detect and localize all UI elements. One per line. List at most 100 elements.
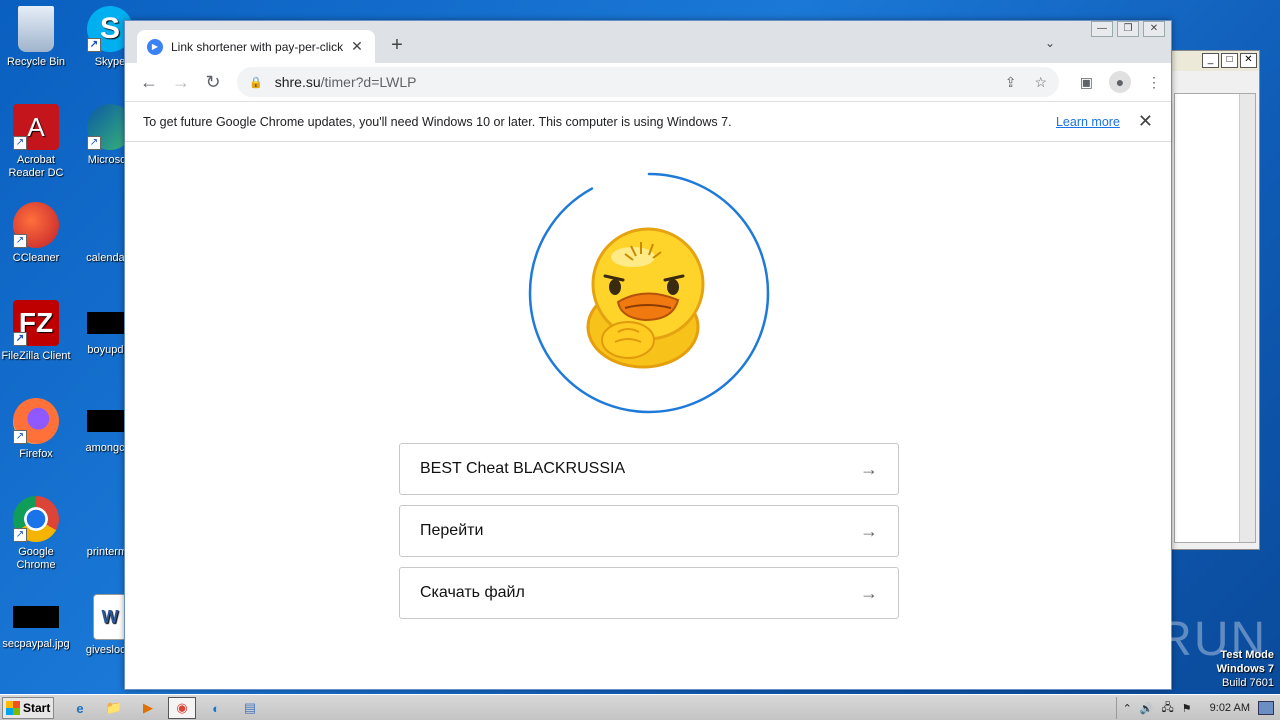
link-button-list: BEST Cheat BLACKRUSSIA → Перейти → Скача… bbox=[399, 443, 899, 629]
ccleaner-icon: ↗ bbox=[13, 202, 59, 248]
infobar-close-button[interactable]: ✕ bbox=[1138, 111, 1153, 132]
start-label: Start bbox=[23, 701, 51, 715]
desktop-icon-label: Recycle Bin bbox=[6, 56, 66, 68]
lock-icon[interactable]: 🔒 bbox=[249, 76, 263, 89]
edge-taskbar-icon[interactable]: ◐ bbox=[202, 697, 230, 719]
forward-button[interactable]: → bbox=[165, 72, 197, 93]
desktop-icon-secpaypal[interactable]: secpaypal.jpg bbox=[0, 594, 72, 651]
desktop-icon-label: secpaypal.jpg bbox=[2, 638, 70, 650]
taskbar-pinned: e 📁 ▶ ◉ ◐ ▤ bbox=[66, 697, 264, 719]
browser-toolbar: ← → ↻ 🔒 shre.su/timer?d=LWLP ⇪ ☆ ▣ ● ⋮ bbox=[125, 63, 1171, 101]
profile-avatar-icon[interactable]: ● bbox=[1109, 71, 1131, 93]
link-button-best-cheat[interactable]: BEST Cheat BLACKRUSSIA → bbox=[399, 443, 899, 495]
window-controls: — ❐ ✕ bbox=[1091, 21, 1165, 37]
close-button[interactable]: ✕ bbox=[1240, 53, 1257, 68]
link-button-label: Перейти bbox=[420, 522, 484, 539]
tab-search-chevron-icon[interactable]: ⌄ bbox=[1045, 36, 1055, 50]
desktop-icon-filezilla[interactable]: FZ ↗ FileZilla Client bbox=[0, 300, 72, 363]
chrome-window: ▶ Link shortener with pay-per-click ✕ + … bbox=[124, 20, 1172, 690]
filezilla-icon: FZ ↗ bbox=[13, 300, 59, 346]
favicon-icon: ▶ bbox=[147, 38, 163, 55]
link-button-download-file[interactable]: Скачать файл → bbox=[399, 567, 899, 619]
desktop-icon-label: CCleaner bbox=[12, 252, 60, 264]
shortcut-arrow-icon: ↗ bbox=[13, 136, 27, 150]
internet-explorer-icon[interactable]: e bbox=[66, 697, 94, 719]
file-explorer-icon[interactable]: 📁 bbox=[100, 697, 128, 719]
back-button[interactable]: ← bbox=[133, 72, 165, 93]
tab-close-button[interactable]: ✕ bbox=[349, 38, 365, 55]
address-bar[interactable]: 🔒 shre.su/timer?d=LWLP ⇪ ☆ bbox=[237, 67, 1059, 97]
test-mode-line3: Build 7601 bbox=[1222, 677, 1274, 689]
desktop-icon-firefox[interactable]: ↗ Firefox bbox=[0, 398, 72, 461]
infobar-message: To get future Google Chrome updates, you… bbox=[143, 114, 732, 129]
bookmark-star-icon[interactable]: ☆ bbox=[1034, 74, 1047, 91]
page-content: BEST Cheat BLACKRUSSIA → Перейти → Скача… bbox=[125, 142, 1171, 689]
system-tray: ⌃ 🔊 🖧 ⚑ 9:02 AM bbox=[1115, 697, 1280, 719]
chrome-taskbar-icon[interactable]: ◉ bbox=[168, 697, 196, 719]
start-button[interactable]: Start bbox=[2, 697, 54, 719]
acrobat-icon: A ↗ bbox=[13, 104, 59, 150]
desktop-icon-label: FileZilla Client bbox=[1, 350, 71, 362]
desktop-icon-recycle-bin[interactable]: Recycle Bin bbox=[0, 6, 72, 69]
desktop-icon-label: Firefox bbox=[19, 448, 53, 460]
background-window[interactable]: _ □ ✕ bbox=[1165, 50, 1260, 550]
desktop-icon-ccleaner[interactable]: ↗ CCleaner bbox=[0, 202, 72, 265]
clock[interactable]: 9:02 AM bbox=[1210, 702, 1250, 714]
duck-sticker-image bbox=[586, 227, 705, 369]
maximize-button[interactable]: □ bbox=[1221, 53, 1238, 68]
url-host: shre.su bbox=[274, 74, 321, 90]
notepad-icon[interactable]: ▤ bbox=[236, 697, 264, 719]
update-infobar: To get future Google Chrome updates, you… bbox=[125, 101, 1171, 142]
firefox-icon: ↗ bbox=[13, 398, 59, 444]
close-window-button[interactable]: ✕ bbox=[1143, 21, 1165, 37]
url-path: /timer?d=LWLP bbox=[320, 74, 417, 90]
word-icon: W bbox=[93, 594, 127, 640]
link-button-go[interactable]: Перейти → bbox=[399, 505, 899, 557]
image-icon bbox=[13, 606, 59, 628]
minimize-button[interactable]: _ bbox=[1202, 53, 1219, 68]
volume-icon[interactable]: 🔊 bbox=[1140, 702, 1154, 715]
test-mode-notice: Test Mode Windows 7 Build 7601 bbox=[1217, 648, 1274, 690]
reload-button[interactable]: ↻ bbox=[197, 72, 229, 93]
side-panel-icon[interactable]: ▣ bbox=[1080, 74, 1093, 91]
test-mode-line2: Windows 7 bbox=[1216, 663, 1274, 675]
test-mode-line1: Test Mode bbox=[1220, 649, 1274, 661]
new-tab-button[interactable]: + bbox=[387, 35, 407, 55]
taskbar: Start e 📁 ▶ ◉ ◐ ▤ ⌃ 🔊 🖧 ⚑ 9:02 AM bbox=[0, 694, 1280, 720]
toolbar-right: ▣ ● ⋮ bbox=[1080, 71, 1161, 93]
arrow-right-icon: → bbox=[860, 520, 878, 541]
desktop-icon-acrobat[interactable]: A ↗ Acrobat Reader DC bbox=[0, 104, 72, 180]
media-player-icon[interactable]: ▶ bbox=[134, 697, 162, 719]
background-window-titlebar[interactable]: _ □ ✕ bbox=[1166, 51, 1259, 71]
action-center-flag-icon[interactable]: ⚑ bbox=[1182, 702, 1192, 715]
recycle-bin-icon bbox=[18, 6, 54, 52]
shortcut-arrow-icon: ↗ bbox=[87, 136, 101, 150]
browser-tab[interactable]: ▶ Link shortener with pay-per-click ✕ bbox=[137, 30, 375, 63]
desktop-icon-label: Acrobat Reader DC bbox=[8, 154, 64, 179]
menu-kebab-icon[interactable]: ⋮ bbox=[1147, 74, 1161, 91]
shortcut-arrow-icon: ↗ bbox=[13, 528, 27, 542]
shortcut-arrow-icon: ↗ bbox=[13, 430, 27, 444]
share-icon[interactable]: ⇪ bbox=[1005, 74, 1017, 91]
link-button-label: BEST Cheat BLACKRUSSIA bbox=[420, 460, 626, 477]
tab-title: Link shortener with pay-per-click bbox=[171, 39, 344, 54]
arrow-right-icon: → bbox=[860, 458, 878, 479]
link-button-label: Скачать файл bbox=[420, 584, 525, 601]
tray-expand-icon[interactable]: ⌃ bbox=[1123, 702, 1132, 715]
url-text[interactable]: shre.su/timer?d=LWLP bbox=[275, 74, 987, 90]
windows-logo-icon bbox=[6, 701, 20, 715]
shortcut-arrow-icon: ↗ bbox=[87, 38, 101, 52]
shortcut-arrow-icon: ↗ bbox=[13, 234, 27, 248]
vertical-scrollbar[interactable] bbox=[1239, 94, 1255, 542]
restore-button[interactable]: ❐ bbox=[1117, 21, 1139, 37]
show-desktop-icon[interactable] bbox=[1258, 701, 1274, 715]
minimize-button[interactable]: — bbox=[1091, 21, 1113, 37]
desktop-icon-label: Skype bbox=[94, 56, 126, 68]
background-window-client bbox=[1174, 93, 1256, 543]
network-icon[interactable]: 🖧 bbox=[1162, 699, 1174, 718]
tab-strip: ▶ Link shortener with pay-per-click ✕ + … bbox=[125, 21, 1171, 63]
learn-more-link[interactable]: Learn more bbox=[1056, 115, 1120, 129]
shortcut-arrow-icon: ↗ bbox=[13, 332, 27, 346]
chrome-icon: ↗ bbox=[13, 496, 59, 542]
desktop-icon-chrome[interactable]: ↗ Google Chrome bbox=[0, 496, 72, 572]
